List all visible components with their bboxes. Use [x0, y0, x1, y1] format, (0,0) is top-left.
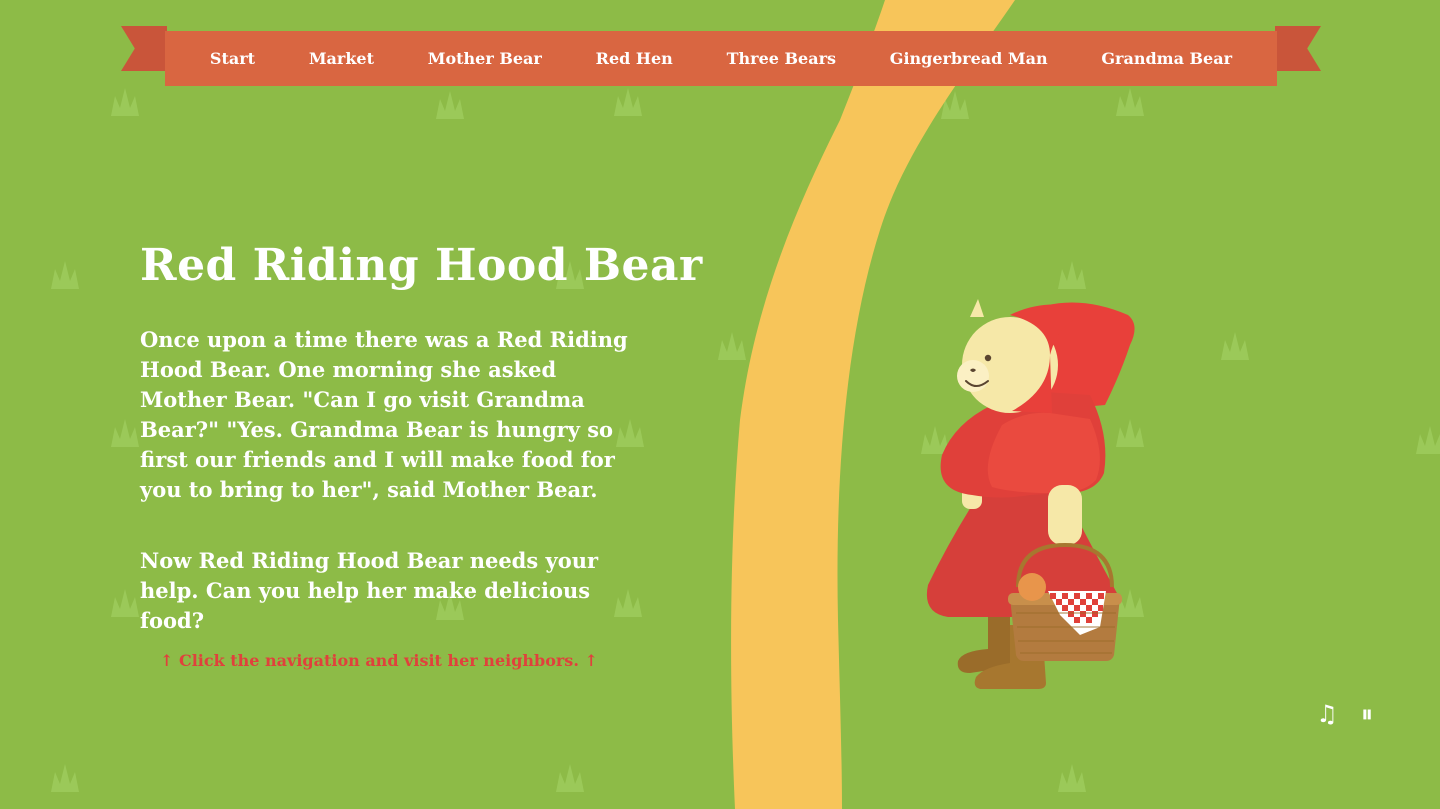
nav-item-grandma-bear[interactable]: Grandma Bear [1101, 49, 1232, 68]
pause-icon[interactable]: ⏸ [1353, 700, 1381, 728]
red-riding-hood-bear-illustration [926, 299, 1135, 689]
nav-item-mother-bear[interactable]: Mother Bear [428, 49, 542, 68]
story-paragraph-call-to-action: Now Red Riding Hood Bear needs your help… [140, 548, 599, 633]
page-title: Red Riding Hood Bear [140, 240, 703, 291]
nav-item-red-hen[interactable]: Red Hen [596, 49, 673, 68]
story-paragraph-intro: Once upon a time there was a Red Riding … [140, 327, 628, 502]
nav-item-market[interactable]: Market [309, 49, 374, 68]
nav-item-gingerbread-man[interactable]: Gingerbread Man [890, 49, 1048, 68]
navigation-hint: ↑ Click the navigation and visit her nei… [160, 651, 598, 670]
nav-item-three-bears[interactable]: Three Bears [727, 49, 836, 68]
music-note-icon[interactable]: ♫ [1313, 700, 1341, 728]
main-navigation: Start Market Mother Bear Red Hen Three B… [165, 31, 1277, 86]
nav-item-start[interactable]: Start [210, 49, 255, 68]
